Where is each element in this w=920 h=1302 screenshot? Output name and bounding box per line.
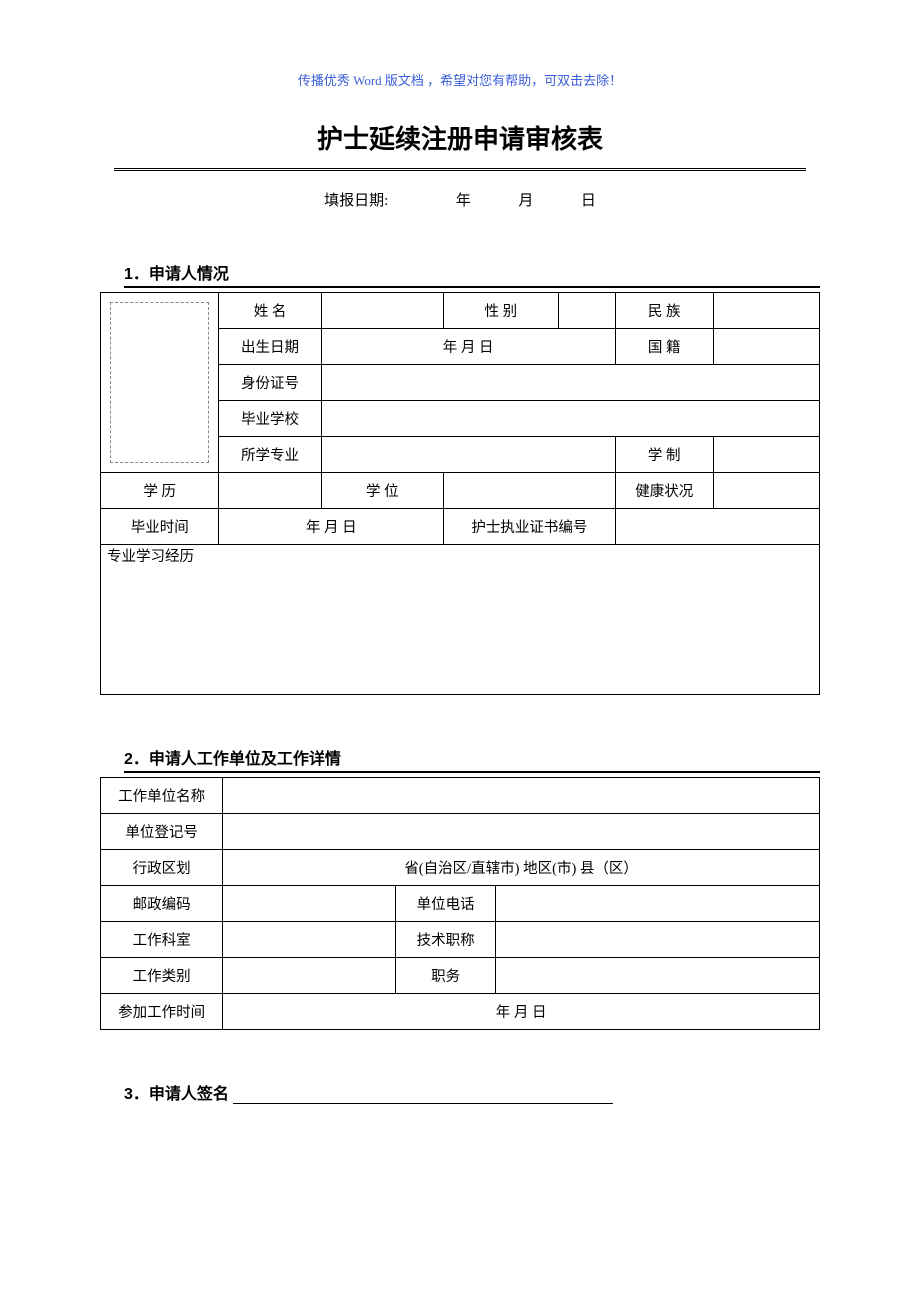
table-row: 工作科室 技术职称 — [101, 922, 820, 958]
fill-date-year: 年 — [456, 189, 471, 210]
fill-date-day: 日 — [581, 189, 596, 210]
applicant-info-table: 姓 名 性 别 民 族 出生日期 年 月 日 国 籍 身份证号 毕业学校 所学专… — [100, 292, 820, 695]
table-row: 学 历 学 位 健康状况 — [101, 473, 820, 509]
input-reg-no[interactable] — [223, 814, 820, 850]
label-study-history[interactable]: 专业学习经历 — [101, 545, 820, 695]
label-name: 姓 名 — [219, 293, 321, 329]
section3-label: 3．申请人签名 — [124, 1086, 229, 1103]
work-info-table: 工作单位名称 单位登记号 行政区划 省(自治区/直辖市) 地区(市) 县（区） … — [100, 777, 820, 1030]
input-sex[interactable] — [558, 293, 615, 329]
table-row: 行政区划 省(自治区/直辖市) 地区(市) 县（区） — [101, 850, 820, 886]
input-work-type[interactable] — [223, 958, 396, 994]
label-degree: 学 位 — [321, 473, 444, 509]
label-work-type: 工作类别 — [101, 958, 223, 994]
input-unit-phone[interactable] — [496, 886, 820, 922]
label-dept: 工作科室 — [101, 922, 223, 958]
fill-date-label: 填报日期: — [324, 189, 388, 210]
photo-cell[interactable] — [101, 293, 219, 473]
input-degree-system[interactable] — [713, 437, 819, 473]
label-tech-title: 技术职称 — [395, 922, 496, 958]
page-title: 护士延续注册申请审核表 — [100, 119, 820, 156]
label-reg-no: 单位登记号 — [101, 814, 223, 850]
input-ethnic[interactable] — [713, 293, 819, 329]
input-tech-title[interactable] — [496, 922, 820, 958]
label-work-unit: 工作单位名称 — [101, 778, 223, 814]
input-health[interactable] — [713, 473, 819, 509]
input-education[interactable] — [219, 473, 321, 509]
input-dept[interactable] — [223, 922, 396, 958]
input-degree[interactable] — [444, 473, 616, 509]
header-note: 传播优秀 Word 版文档 ，希望对您有帮助，可双击去除！ — [100, 70, 820, 89]
label-postcode: 邮政编码 — [101, 886, 223, 922]
label-position: 职务 — [395, 958, 496, 994]
label-major: 所学专业 — [219, 437, 321, 473]
signature-line[interactable] — [233, 1103, 613, 1104]
input-postcode[interactable] — [223, 886, 396, 922]
input-start-work[interactable]: 年 月 日 — [223, 994, 820, 1030]
label-education: 学 历 — [101, 473, 219, 509]
label-cert-no: 护士执业证书编号 — [444, 509, 616, 545]
label-grad-time: 毕业时间 — [101, 509, 219, 545]
title-underline — [114, 168, 806, 171]
input-dob[interactable]: 年 月 日 — [321, 329, 615, 365]
label-health: 健康状况 — [615, 473, 713, 509]
label-nationality: 国 籍 — [615, 329, 713, 365]
table-row: 工作类别 职务 — [101, 958, 820, 994]
label-school: 毕业学校 — [219, 401, 321, 437]
label-start-work: 参加工作时间 — [101, 994, 223, 1030]
section3-heading: 3．申请人签名 — [124, 1080, 820, 1104]
table-row: 专业学习经历 — [101, 545, 820, 695]
label-admin-div: 行政区划 — [101, 850, 223, 886]
table-row: 工作单位名称 — [101, 778, 820, 814]
fill-date-month: 月 — [518, 189, 533, 210]
input-grad-time[interactable]: 年 月 日 — [219, 509, 444, 545]
table-row: 邮政编码 单位电话 — [101, 886, 820, 922]
label-degree-system: 学 制 — [615, 437, 713, 473]
section2-heading: 2．申请人工作单位及工作详情 — [124, 745, 820, 773]
label-dob: 出生日期 — [219, 329, 321, 365]
input-cert-no[interactable] — [615, 509, 819, 545]
table-row: 参加工作时间 年 月 日 — [101, 994, 820, 1030]
input-major[interactable] — [321, 437, 615, 473]
input-id[interactable] — [321, 365, 819, 401]
input-nationality[interactable] — [713, 329, 819, 365]
input-school[interactable] — [321, 401, 819, 437]
label-sex: 性 别 — [444, 293, 558, 329]
label-ethnic: 民 族 — [615, 293, 713, 329]
table-row: 姓 名 性 别 民 族 — [101, 293, 820, 329]
label-id: 身份证号 — [219, 365, 321, 401]
input-admin-div[interactable]: 省(自治区/直辖市) 地区(市) 县（区） — [223, 850, 820, 886]
input-position[interactable] — [496, 958, 820, 994]
table-row: 毕业时间 年 月 日 护士执业证书编号 — [101, 509, 820, 545]
table-row: 单位登记号 — [101, 814, 820, 850]
input-work-unit[interactable] — [223, 778, 820, 814]
label-unit-phone: 单位电话 — [395, 886, 496, 922]
input-name[interactable] — [321, 293, 444, 329]
section1-heading: 1．申请人情况 — [124, 260, 820, 288]
fill-date-line: 填报日期: 年 月 日 — [100, 189, 820, 210]
